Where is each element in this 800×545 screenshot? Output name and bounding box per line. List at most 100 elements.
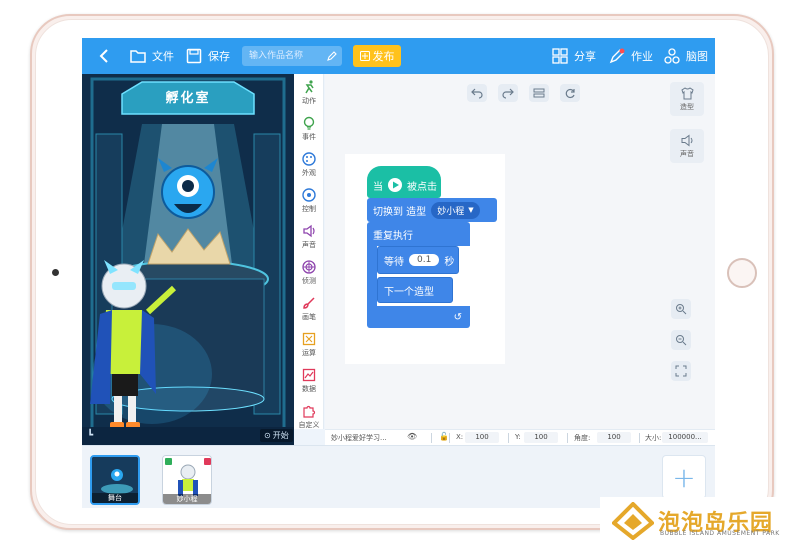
hat-when-text: 当 <box>373 181 383 193</box>
stage-canvas[interactable]: 孵化室 <box>82 74 294 445</box>
stage-size-icon[interactable]: ┗ <box>87 430 99 442</box>
category-label: 自定义 <box>298 421 320 429</box>
share-button[interactable]: 分享 <box>552 47 596 65</box>
camera-dot <box>52 269 59 276</box>
speaker-icon <box>303 224 315 238</box>
category-control[interactable]: 控制 <box>294 188 324 220</box>
add-sprite-button[interactable]: + <box>662 455 706 499</box>
puzzle-icon <box>303 405 316 418</box>
plus-icon: + <box>672 460 696 494</box>
category-custom[interactable]: 自定义 <box>294 404 324 436</box>
stage-banner: 孵化室 <box>165 91 211 106</box>
sprite-thumbnail[interactable]: 妙小程 <box>162 455 212 505</box>
category-pen[interactable]: 画笔 <box>294 296 324 328</box>
category-operators[interactable]: 运算 <box>294 332 324 364</box>
homework-button[interactable]: 作业 <box>609 47 653 65</box>
redo-button[interactable] <box>498 84 518 102</box>
category-label: 画笔 <box>302 313 316 321</box>
pencil-icon[interactable] <box>326 50 338 62</box>
refresh-button[interactable] <box>560 84 580 102</box>
zoom-in-button[interactable] <box>671 299 691 319</box>
zoom-out-button[interactable] <box>671 330 691 350</box>
brush-icon <box>303 297 315 309</box>
top-toolbar: 文件 保存 发布 分享 作业 脑图 <box>82 38 715 74</box>
app-screen: 文件 保存 发布 分享 作业 脑图 <box>82 38 715 508</box>
costume-dropdown[interactable]: 妙小程 ▼ <box>431 201 480 219</box>
divider <box>449 433 450 443</box>
x-input[interactable]: 100 <box>465 432 499 443</box>
stage-thumb-label: 舞台 <box>92 493 138 503</box>
publish-button[interactable]: 发布 <box>353 45 401 67</box>
forever-text: 重复执行 <box>373 230 413 242</box>
homework-label: 作业 <box>631 50 653 63</box>
costume-panel-button[interactable]: 造型 <box>670 82 704 116</box>
category-sound[interactable]: 声音 <box>294 224 324 256</box>
sprite-thumb-label: 妙小程 <box>163 494 211 504</box>
forever-block[interactable]: 重复执行 <box>367 222 470 246</box>
arrange-button[interactable] <box>529 84 549 102</box>
angle-input[interactable]: 100 <box>597 432 631 443</box>
angle-label: 角度: <box>574 434 591 442</box>
zoom-out-icon <box>676 335 687 346</box>
category-motion[interactable]: 动作 <box>294 80 324 112</box>
wait-block[interactable]: 等待 0.1 秒 <box>377 246 459 274</box>
block-category-bar: 动作 事件 外观 控制 声音 侦测 画笔 运算 数据 自定义 <box>294 74 324 429</box>
category-events[interactable]: 事件 <box>294 116 324 148</box>
save-icon <box>186 48 202 64</box>
size-input[interactable]: 100000... <box>662 432 708 443</box>
save-button[interactable]: 保存 <box>186 47 230 65</box>
mindmap-button[interactable]: 脑图 <box>664 47 708 65</box>
forever-block-arm <box>367 246 377 306</box>
run-icon <box>305 80 314 94</box>
when-flag-clicked-block[interactable]: 当 被点击 <box>367 166 441 198</box>
radar-icon <box>302 260 316 274</box>
divider <box>431 433 432 443</box>
file-menu[interactable]: 文件 <box>130 47 174 65</box>
eye-icon[interactable]: 👁 <box>407 432 417 441</box>
sound-panel-button[interactable]: 声音 <box>670 129 704 163</box>
layout-icon <box>533 88 545 98</box>
zoom-in-icon <box>676 304 687 315</box>
watermark-subtitle: BUBBLE ISLAND AMUSEMENT PARK <box>660 530 780 537</box>
switch-costume-block[interactable]: 切换到 造型 妙小程 ▼ <box>367 198 497 222</box>
redo-icon <box>502 88 514 99</box>
category-label: 声音 <box>302 241 316 249</box>
next-costume-text: 下一个造型 <box>384 286 434 298</box>
category-label: 侦测 <box>302 277 316 285</box>
control-icon <box>302 188 316 202</box>
homework-icon <box>609 48 625 64</box>
category-looks[interactable]: 外观 <box>294 152 324 184</box>
category-label: 控制 <box>302 205 316 213</box>
category-data[interactable]: 数据 <box>294 368 324 400</box>
calc-icon <box>302 332 316 346</box>
refresh-icon <box>565 88 575 99</box>
mindmap-icon <box>664 48 680 64</box>
back-icon[interactable] <box>96 47 114 65</box>
share-icon <box>552 48 568 64</box>
speaker-icon <box>681 134 692 146</box>
hat-clicked-text: 被点击 <box>407 181 437 193</box>
script-workspace[interactable]: 造型 声音 当 被点击 切换到 造型 妙小程 ▼ 重复执行 等待 0.1 秒 下… <box>325 74 715 429</box>
loop-arrow-icon: ↺ <box>453 311 462 323</box>
costume-label: 造型 <box>680 102 694 111</box>
wait-seconds-input[interactable]: 0.1 <box>409 254 440 266</box>
y-input[interactable]: 100 <box>524 432 558 443</box>
category-label: 事件 <box>302 133 316 141</box>
divider <box>567 433 568 443</box>
wait-text: 等待 <box>384 256 404 268</box>
file-label: 文件 <box>152 50 174 63</box>
sound-label: 声音 <box>680 149 694 158</box>
sprite-name[interactable]: 妙小程爱好学习... <box>331 433 387 443</box>
stage-thumbnail[interactable]: 舞台 <box>90 455 140 505</box>
undo-button[interactable] <box>467 84 487 102</box>
lock-icon[interactable]: 🔓 <box>439 432 449 441</box>
next-costume-block[interactable]: 下一个造型 <box>377 277 453 303</box>
zoom-reset-button[interactable] <box>671 361 691 381</box>
undo-icon <box>471 88 483 99</box>
start-button[interactable]: ⊙ 开始 <box>260 429 293 442</box>
category-sensing[interactable]: 侦测 <box>294 260 324 292</box>
costume-dropdown-value: 妙小程 <box>437 206 465 217</box>
mindmap-label: 脑图 <box>686 50 708 63</box>
green-flag-icon <box>388 178 402 192</box>
home-button <box>727 258 757 288</box>
